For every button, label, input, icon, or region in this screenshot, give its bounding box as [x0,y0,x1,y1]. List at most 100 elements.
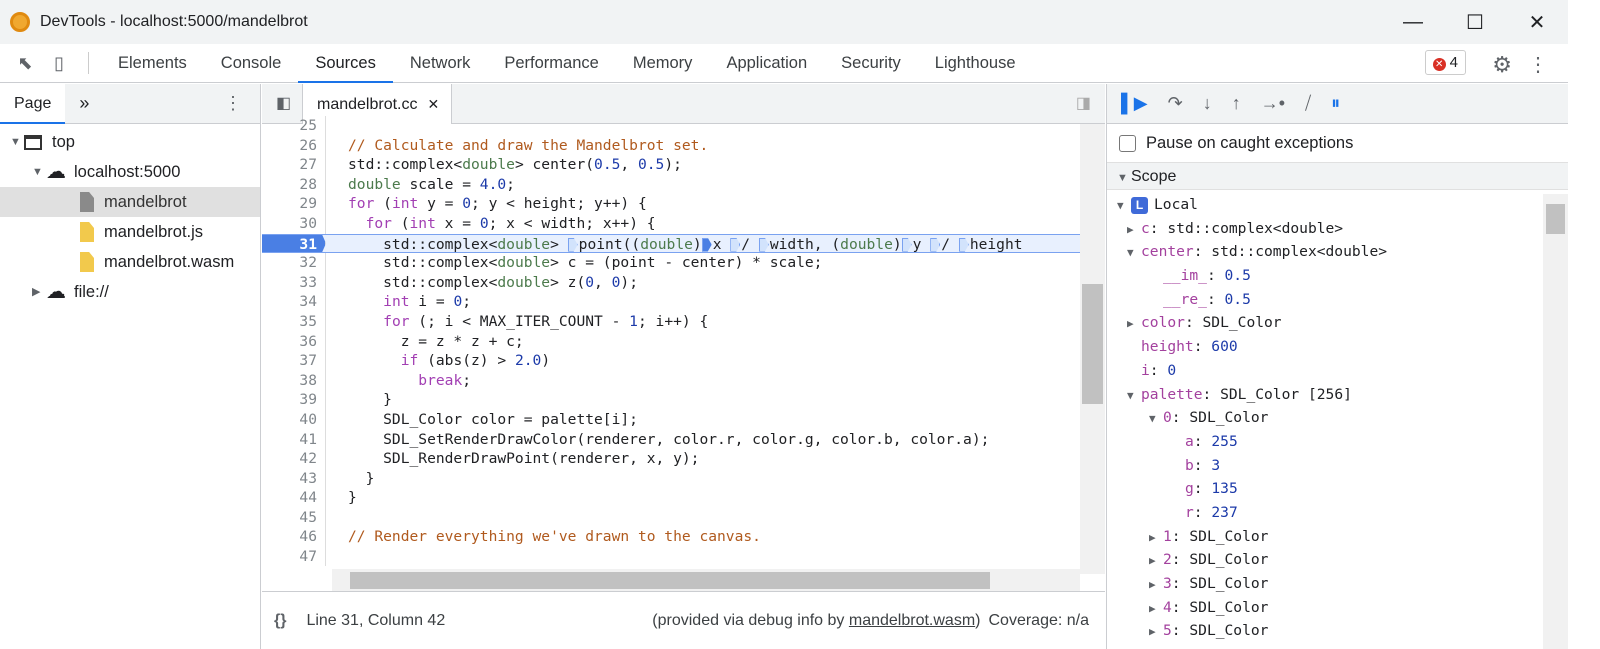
close-button[interactable]: ✕ [1506,0,1568,44]
toggle-navigator-icon[interactable]: ◧ [276,93,291,113]
tab-application[interactable]: Application [709,44,824,83]
line-number[interactable]: 41 [262,429,326,450]
line-number[interactable]: 42 [262,449,326,469]
local-badge-icon: L [1131,196,1148,214]
code-area[interactable]: 25 26 // Calculate and draw the Mandelbro… [262,116,1080,566]
local-scope[interactable]: ▼ L Local [1107,193,1568,217]
scope-variable[interactable]: i: 0 [1107,359,1568,383]
inline-breakpoint-icon[interactable] [758,237,769,252]
inline-breakpoint-icon[interactable] [730,237,741,252]
line-number[interactable]: 37 [262,351,326,371]
line-number[interactable]: 38 [262,370,326,391]
tab-security[interactable]: Security [824,44,918,83]
scope-variable[interactable]: ▶ color: SDL_Color [1107,311,1568,335]
toggle-debugger-icon[interactable]: ◨ [1076,93,1091,113]
inline-breakpoint-icon[interactable] [701,237,712,252]
pause-on-exceptions-icon[interactable]: ⏸ [1331,93,1340,114]
pause-on-caught-exceptions[interactable]: Pause on caught exceptions [1107,124,1568,162]
tab-page[interactable]: Page [0,83,66,124]
tab-elements[interactable]: Elements [101,44,204,83]
scope-variable[interactable]: ▶ 4: SDL_Color [1107,596,1568,620]
line-number[interactable]: 27 [262,155,326,175]
line-number[interactable]: 33 [262,272,326,293]
settings-gear-icon[interactable]: ⚙ [1492,52,1512,78]
line-number[interactable]: 46 [262,527,326,548]
close-tab-icon[interactable]: ✕ [428,96,440,112]
inline-breakpoint-icon[interactable] [567,237,578,252]
tab-performance[interactable]: Performance [487,44,615,83]
step-into-icon[interactable]: ↓ [1203,93,1212,114]
step-over-icon[interactable]: ↷ [1168,93,1183,114]
line-number[interactable]: 36 [262,331,326,352]
scope-variable[interactable]: a: 255 [1107,430,1568,454]
code-line: 29 for (int y = 0; y < height; y++) { [262,194,1080,214]
code-token: for [383,312,410,330]
scope-variable[interactable]: ▶ c: std::complex<double> [1107,217,1568,241]
scope-variable[interactable]: __im_: 0.5 [1107,264,1568,288]
step-icon[interactable]: →• [1261,93,1285,114]
deactivate-breakpoints-icon[interactable]: ⧸ [1305,93,1311,114]
line-number[interactable]: 45 [262,507,326,528]
scope-variable[interactable]: ▼ center: std::complex<double> [1107,240,1568,264]
line-number[interactable]: 34 [262,292,326,312]
minimize-button[interactable]: — [1382,0,1444,44]
scope-variable[interactable]: ▶ 3: SDL_Color [1107,572,1568,596]
line-number[interactable]: 39 [262,390,326,410]
scope-variable[interactable]: g: 135 [1107,477,1568,501]
code-token: double [840,235,893,253]
line-number[interactable]: 43 [262,468,326,489]
scope-variable[interactable]: ▶ 1: SDL_Color [1107,525,1568,549]
line-number[interactable]: 30 [262,213,326,234]
expand-arrow-icon: ▶ [1149,530,1156,544]
wasm-link[interactable]: mandelbrot.wasm [849,612,975,629]
inline-breakpoint-icon[interactable] [901,237,912,252]
scope-variable[interactable]: b: 3 [1107,454,1568,478]
step-out-icon[interactable]: ↑ [1232,93,1241,114]
line-number[interactable]: 40 [262,409,326,430]
inline-breakpoint-icon[interactable] [958,237,969,252]
tree-item[interactable]: ▶ ☁ file:// [0,277,260,307]
tab-memory[interactable]: Memory [616,44,710,83]
tree-item[interactable]: ▼ top [0,127,260,157]
scope-variable[interactable]: ▼ 0: SDL_Color [1107,406,1568,430]
tree-item[interactable]: mandelbrot [0,187,260,217]
scope-variable[interactable]: ▶ 5: SDL_Color [1107,619,1568,643]
resume-icon[interactable]: ▌▶ [1121,93,1148,114]
line-number[interactable]: 35 [262,311,326,332]
maximize-button[interactable]: ☐ [1444,0,1506,44]
navigator-menu-icon[interactable]: ⋮ [224,93,242,114]
checkbox[interactable] [1119,134,1136,152]
line-number[interactable]: 28 [262,174,326,195]
error-count-badge[interactable]: ✕ 4 [1424,50,1466,75]
tree-item[interactable]: mandelbrot.js [0,217,260,247]
scope-variable[interactable]: ▶ 2: SDL_Color [1107,548,1568,572]
inspect-element-icon[interactable]: ⬉ [8,53,42,74]
line-number[interactable]: 32 [262,253,326,273]
scope-variable[interactable]: ▼ palette: SDL_Color [256] [1107,383,1568,407]
more-options-icon[interactable]: ⋮ [1528,52,1548,77]
tree-item[interactable]: mandelbrot.wasm [0,247,260,277]
inline-breakpoint-icon[interactable] [930,237,941,252]
line-number[interactable]: 44 [262,488,326,508]
tab-lighthouse[interactable]: Lighthouse [918,44,1033,83]
editor-vertical-scrollbar[interactable] [1080,124,1105,574]
line-number[interactable]: 26 [262,135,326,156]
tab-network[interactable]: Network [393,44,488,83]
tree-item[interactable]: ▼ ☁ localhost:5000 [0,157,260,187]
line-number[interactable]: 25 [262,116,326,136]
scope-variable[interactable]: height: 600 [1107,335,1568,359]
line-number[interactable]: 31 [262,234,326,253]
scope-section-header[interactable]: ▼ Scope [1107,162,1568,190]
scope-scrollbar[interactable] [1543,194,1568,649]
more-tabs-icon[interactable]: » [79,93,89,114]
tab-sources[interactable]: Sources [298,44,393,83]
scope-variable[interactable]: r: 237 [1107,501,1568,525]
line-number[interactable]: 29 [262,194,326,214]
scope-variable[interactable]: __re_: 0.5 [1107,288,1568,312]
device-toolbar-icon[interactable]: ▯ [42,53,76,74]
pretty-print-button[interactable]: {} [274,612,286,630]
tab-console[interactable]: Console [204,44,299,83]
editor-horizontal-scrollbar[interactable] [332,569,1080,591]
line-number[interactable]: 47 [262,547,326,566]
